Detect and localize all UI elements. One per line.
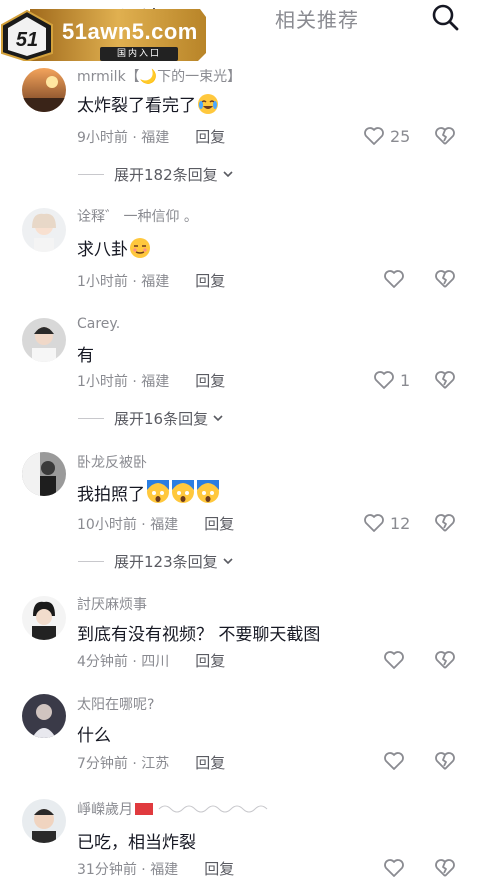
like-button[interactable] (382, 749, 410, 773)
dislike-broken-heart-icon[interactable] (433, 511, 457, 535)
avatar[interactable] (22, 452, 66, 496)
crying-laughing-emoji-icon (198, 94, 218, 114)
comment-meta: 10小时前 · 福建 回复 (77, 515, 235, 533)
avatar[interactable] (22, 596, 66, 640)
like-button[interactable]: 25 (362, 124, 410, 148)
comment-text: 到底有没有视频？ 不要聊天截图 (77, 625, 321, 645)
logo-site: 51awn5.com (62, 19, 198, 44)
expand-replies-button[interactable]: 展开182条回复 (78, 164, 234, 184)
dislike-broken-heart-icon[interactable] (433, 124, 457, 148)
comment-username[interactable]: 討厌麻烦事 (77, 594, 147, 614)
flag-icon (135, 803, 153, 815)
like-button[interactable] (382, 856, 410, 880)
like-count: 12 (390, 513, 411, 533)
comment-text: 已吃，相当炸裂 (77, 833, 196, 853)
expand-replies-button[interactable]: 展开16条回复 (78, 408, 224, 428)
expand-replies-button[interactable]: 展开123条回复 (78, 551, 234, 571)
heart-icon (364, 127, 384, 145)
like-count: 25 (390, 126, 411, 146)
chevron-down-icon (223, 558, 233, 565)
reply-button[interactable]: 回复 (195, 272, 225, 290)
comment-username[interactable]: 诠释゛ 一种信仰 。 (77, 206, 198, 226)
shocked-emoji-icon (147, 480, 169, 503)
chevron-down-icon (223, 171, 233, 178)
comment-meta: 1小时前 · 福建 回复 (77, 272, 226, 290)
decorative-signature-icon (158, 805, 268, 813)
avatar[interactable] (22, 694, 66, 738)
avatar[interactable] (22, 318, 66, 362)
dislike-broken-heart-icon[interactable] (433, 368, 457, 392)
heart-icon (384, 651, 404, 669)
like-button[interactable]: 1 (372, 368, 410, 392)
heart-icon (384, 752, 404, 770)
avatar[interactable] (22, 799, 66, 843)
comment-text: 有 (77, 346, 94, 366)
comment-text: 求八卦 (77, 235, 151, 260)
comment-meta: 4分钟前 · 四川 回复 (77, 652, 226, 670)
dislike-broken-heart-icon[interactable] (433, 648, 457, 672)
comment-meta: 9小时前 · 福建 回复 (77, 128, 226, 146)
sly-face-emoji-icon (130, 238, 150, 258)
like-count: 1 (400, 370, 411, 390)
reply-button[interactable]: 回复 (195, 754, 225, 772)
heart-icon (374, 371, 394, 389)
comment-text: 什么 (77, 726, 111, 746)
reply-button[interactable]: 回复 (195, 652, 225, 670)
comment-text: 我拍照了 (77, 480, 220, 505)
comment-username[interactable]: mrmilk【🌙下的一束光】 (77, 66, 241, 86)
comment-username[interactable]: 卧龙反被卧 (77, 452, 147, 472)
reply-button[interactable]: 回复 (195, 372, 225, 390)
avatar[interactable] (22, 68, 66, 112)
comment-username[interactable]: 太阳在哪呢? (77, 694, 154, 714)
comment-meta: 7分钟前 · 江苏 回复 (77, 754, 226, 772)
comment-meta: 1小时前 · 福建 回复 (77, 372, 226, 390)
heart-icon (364, 514, 384, 532)
logo-badge: 51 (16, 29, 38, 51)
like-button[interactable] (382, 648, 410, 672)
comment-username[interactable]: 崢嶸歲月 (77, 799, 277, 819)
tab-related[interactable]: 相关推荐 (275, 4, 359, 33)
search-icon[interactable] (430, 2, 460, 32)
shocked-emoji-icon (172, 480, 194, 503)
comment-username[interactable]: Carey. (77, 316, 120, 332)
like-button[interactable] (382, 267, 410, 291)
reply-button[interactable]: 回复 (195, 128, 225, 146)
avatar[interactable] (22, 208, 66, 252)
logo-subtitle: 国内入口 (100, 47, 178, 61)
shocked-emoji-icon (197, 480, 219, 503)
comment-text: 太炸裂了看完了 (77, 91, 219, 116)
heart-icon (384, 859, 404, 877)
chevron-down-icon (213, 415, 223, 422)
reply-button[interactable]: 回复 (204, 860, 234, 878)
dislike-broken-heart-icon[interactable] (433, 267, 457, 291)
reply-button[interactable]: 回复 (204, 515, 234, 533)
watermark-logo: 51 51awn5.com 国内入口 (0, 9, 206, 61)
comment-meta: 31分钟前 · 福建 回复 (77, 860, 235, 878)
dislike-broken-heart-icon[interactable] (433, 856, 457, 880)
like-button[interactable]: 12 (362, 511, 410, 535)
heart-icon (384, 270, 404, 288)
dislike-broken-heart-icon[interactable] (433, 749, 457, 773)
